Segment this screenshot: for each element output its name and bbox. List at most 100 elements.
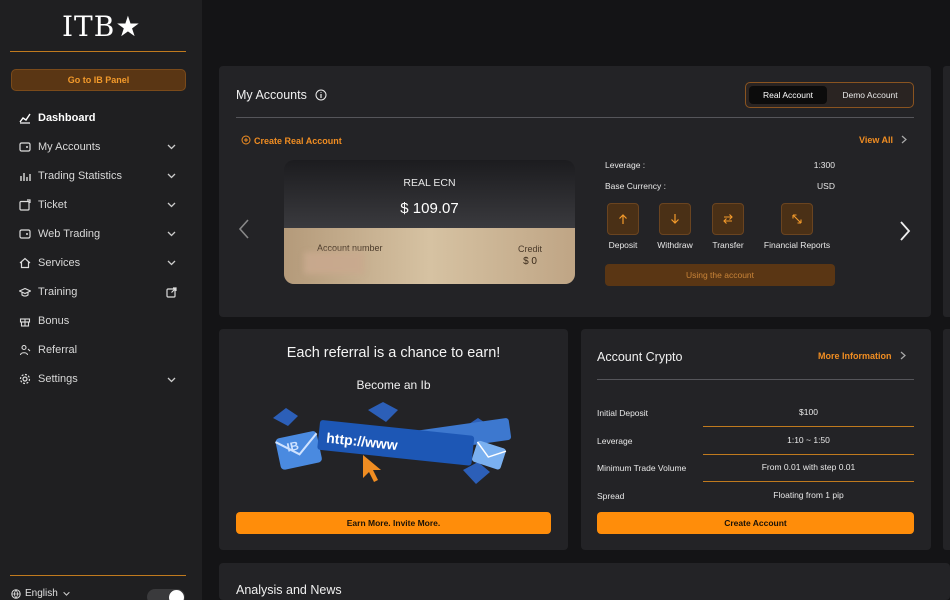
- account-type: REAL ECN: [403, 177, 456, 189]
- row-divider: [703, 426, 914, 427]
- referral-icon: [19, 344, 31, 356]
- sidebar-item-label: Trading Statistics: [38, 169, 122, 182]
- arrow-down-icon: [659, 203, 691, 235]
- sidebar-item-referral[interactable]: Referral: [0, 336, 202, 365]
- divider: [10, 575, 186, 576]
- chevron-down-icon: [63, 591, 70, 596]
- info-icon[interactable]: [315, 89, 327, 101]
- sidebar-item-ticket[interactable]: Ticket: [0, 190, 202, 219]
- financial-reports-label: Financial Reports: [763, 240, 831, 250]
- chevron-down-icon: [167, 377, 176, 383]
- tab-demo-account[interactable]: Demo Account: [829, 86, 911, 104]
- chevron-right-icon[interactable]: [899, 220, 911, 248]
- row-divider: [703, 454, 914, 455]
- top-bar: [202, 0, 950, 48]
- tab-real-account[interactable]: Real Account: [749, 86, 827, 104]
- transfer-button[interactable]: Transfer: [696, 203, 760, 250]
- chevron-right-icon: [901, 135, 907, 144]
- theme-toggle[interactable]: [147, 589, 185, 600]
- create-real-account-link[interactable]: Create Real Account: [241, 135, 342, 146]
- web-trading-icon: [19, 228, 31, 240]
- transfer-icon: [712, 203, 744, 235]
- logo[interactable]: ITB★: [62, 10, 141, 43]
- ticket-icon: [19, 199, 31, 211]
- sidebar-item-web-trading[interactable]: Web Trading: [0, 219, 202, 248]
- expand-arrows-icon: [781, 203, 813, 235]
- plus-circle-icon: [241, 135, 251, 145]
- chevron-down-icon: [167, 261, 176, 266]
- divider: [10, 51, 186, 52]
- minimum-trade-volume-value: From 0.01 with step 0.01: [761, 462, 856, 472]
- account-type-toggle: Real Account Demo Account: [745, 82, 914, 108]
- sidebar-item-label: Settings: [38, 373, 78, 386]
- language-selector[interactable]: English: [11, 588, 71, 599]
- wallet-icon: [19, 141, 31, 153]
- chevron-right-icon: [900, 351, 906, 360]
- more-information-link[interactable]: More Information: [818, 351, 907, 361]
- sidebar-item-label: Web Trading: [38, 227, 101, 240]
- sidebar-item-label: Dashboard: [38, 111, 96, 124]
- sidebar-item-label: My Accounts: [38, 140, 101, 153]
- card-sliver: [943, 329, 950, 550]
- spread-value: Floating from 1 pip: [773, 490, 844, 500]
- credit-value: $ 0: [523, 256, 537, 267]
- sidebar: ITB★ Go to IB Panel Dashboard My Account…: [0, 0, 202, 600]
- leverage-value: 1:10 ~ 1:50: [787, 435, 830, 445]
- home-icon: [19, 257, 31, 269]
- go-to-ib-panel-button[interactable]: Go to IB Panel: [11, 69, 186, 91]
- sidebar-item-training[interactable]: Training: [0, 278, 202, 307]
- language-label: English: [25, 588, 58, 599]
- base-currency-label: Base Currency :: [605, 181, 666, 191]
- sidebar-item-label: Training: [38, 286, 78, 299]
- sidebar-item-label: Ticket: [38, 198, 67, 211]
- view-all-label: View All: [859, 135, 894, 145]
- credit-label: Credit: [517, 244, 542, 254]
- create-real-account-label: Create Real Account: [254, 136, 342, 146]
- external-link-icon: [166, 286, 177, 298]
- arrow-up-icon: [607, 203, 639, 235]
- divider: [236, 117, 914, 118]
- create-account-button[interactable]: Create Account: [597, 512, 914, 534]
- using-the-account-button[interactable]: Using the account: [605, 264, 835, 286]
- chevron-left-icon[interactable]: [238, 218, 250, 246]
- chevron-down-icon: [167, 231, 176, 237]
- sidebar-item-my-accounts[interactable]: My Accounts: [0, 132, 202, 161]
- globe-icon: [11, 588, 21, 599]
- my-accounts-title-text: My Accounts: [236, 88, 307, 102]
- card-sliver: [943, 66, 950, 317]
- dashboard-icon: [19, 112, 31, 124]
- divider: [597, 379, 914, 380]
- sidebar-item-services[interactable]: Services: [0, 248, 202, 277]
- financial-reports-button[interactable]: Financial Reports: [757, 203, 837, 250]
- base-currency-value: USD: [817, 181, 835, 191]
- view-all-link[interactable]: View All: [859, 135, 908, 145]
- sidebar-item-dashboard[interactable]: Dashboard: [0, 103, 202, 132]
- sidebar-nav: Dashboard My Accounts Trading Statistics…: [0, 103, 202, 394]
- minimum-trade-volume-label: Minimum Trade Volume: [597, 463, 687, 473]
- sidebar-item-settings[interactable]: Settings: [0, 365, 202, 394]
- toggle-knob: [169, 590, 184, 600]
- sidebar-item-label: Referral: [38, 344, 78, 357]
- initial-deposit-value: $100: [799, 407, 818, 417]
- sidebar-item-label: Bonus: [38, 315, 70, 328]
- analysis-news-title: Analysis and News: [236, 583, 342, 597]
- chevron-down-icon: [167, 173, 176, 179]
- referral-illustration: IB ://www http://www: [273, 402, 512, 484]
- earn-more-invite-more-button[interactable]: Earn More. Invite More.: [236, 512, 551, 534]
- account-crypto-title: Account Crypto: [597, 350, 683, 364]
- more-information-label: More Information: [818, 351, 892, 361]
- referral-subtitle: Become an Ib: [356, 378, 431, 392]
- leverage-label: Leverage :: [605, 160, 646, 170]
- bar-chart-icon: [19, 170, 31, 182]
- sidebar-item-bonus[interactable]: Bonus: [0, 307, 202, 336]
- graduation-cap-icon: [19, 286, 31, 298]
- account-balance: $ 109.07: [400, 200, 459, 217]
- chevron-down-icon: [167, 144, 176, 150]
- referral-title: Each referral is a chance to earn!: [286, 345, 501, 361]
- sidebar-item-label: Services: [38, 257, 81, 270]
- account-card[interactable]: REAL ECN $ 109.07 Account number Credit …: [284, 160, 575, 284]
- my-accounts-title: My Accounts: [236, 88, 327, 102]
- gift-icon: [19, 315, 31, 327]
- leverage-value: 1:300: [813, 160, 835, 170]
- sidebar-item-trading-statistics[interactable]: Trading Statistics: [0, 161, 202, 190]
